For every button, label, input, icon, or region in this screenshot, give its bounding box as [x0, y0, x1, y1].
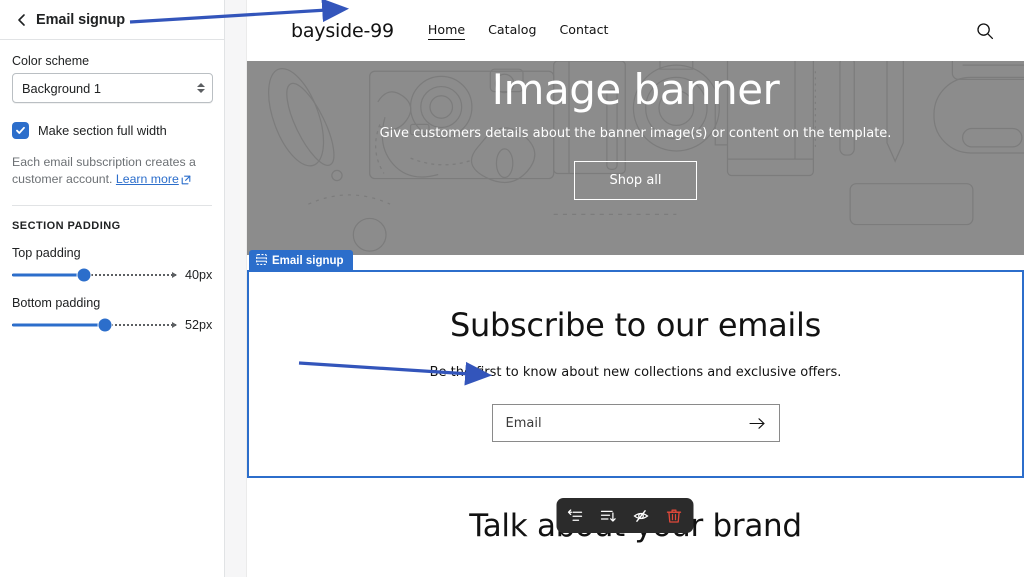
full-width-label: Make section full width — [38, 123, 167, 138]
email-signup-section[interactable]: Email signup Subscribe to our emails Be … — [247, 250, 1024, 478]
bottom-padding-slider[interactable] — [12, 318, 177, 332]
preview-gutter — [225, 0, 247, 577]
top-padding-slider[interactable] — [12, 268, 177, 282]
color-scheme-label: Color scheme — [12, 54, 90, 68]
arrow-right-icon[interactable] — [748, 417, 766, 430]
nav-item-contact[interactable]: Contact — [560, 22, 609, 39]
storefront-nav: Home Catalog Contact — [427, 22, 609, 40]
section-grid-icon — [256, 254, 267, 268]
banner-heading: Image banner — [491, 65, 780, 114]
store-logo[interactable]: bayside-99 — [291, 20, 394, 42]
section-action-toolbar — [556, 498, 693, 533]
page-title: Email signup — [36, 11, 126, 28]
bottom-padding-value: 52px — [185, 317, 213, 332]
color-scheme-value: Background 1 — [22, 80, 101, 96]
full-width-checkbox-row[interactable]: Make section full width — [12, 122, 212, 139]
search-icon[interactable] — [972, 18, 998, 44]
subscribe-description: Be the first to know about new collectio… — [429, 365, 842, 380]
section-label-text: Email signup — [272, 255, 344, 267]
email-input-wrap[interactable]: Email — [491, 404, 780, 442]
section-label-tab[interactable]: Email signup — [249, 250, 353, 272]
move-down-icon[interactable] — [598, 506, 618, 526]
email-input[interactable]: Email — [506, 416, 542, 431]
external-link-icon — [181, 173, 191, 190]
learn-more-link[interactable]: Learn more — [116, 172, 179, 186]
subscription-helper-text: Each email subscription creates a custom… — [12, 154, 208, 191]
shop-all-button[interactable]: Shop all — [574, 161, 697, 200]
section-settings-sidebar: Email signup Color scheme Background 1 M… — [0, 0, 225, 577]
checkbox-checked-icon[interactable] — [12, 122, 29, 139]
banner-subheading: Give customers details about the banner … — [379, 126, 892, 141]
bottom-padding-slider-thumb[interactable] — [98, 318, 112, 332]
sidebar-header: Email signup — [0, 0, 224, 40]
delete-section-icon[interactable] — [664, 506, 684, 526]
bottom-padding-group: Bottom padding 52px — [12, 296, 212, 332]
color-scheme-select-wrap: Background 1 — [12, 73, 213, 103]
hide-section-icon[interactable] — [631, 506, 651, 526]
chevron-left-icon[interactable] — [12, 10, 32, 30]
move-up-icon[interactable] — [565, 506, 585, 526]
section-padding-heading: SECTION PADDING — [12, 219, 121, 232]
image-banner-section[interactable]: Image banner Give customers details abou… — [247, 61, 1024, 255]
storefront-header: bayside-99 Home Catalog Contact — [247, 0, 1024, 61]
top-padding-label: Top padding — [12, 245, 81, 260]
color-scheme-select[interactable]: Background 1 — [12, 73, 213, 103]
nav-item-home[interactable]: Home — [427, 22, 466, 40]
sidebar-body: Color scheme Background 1 Make section f… — [0, 40, 224, 332]
sidebar-divider — [12, 204, 212, 206]
app-root: Email signup Color scheme Background 1 M… — [0, 0, 1024, 577]
theme-preview-area: bayside-99 Home Catalog Contact Image ba… — [225, 0, 1024, 577]
bottom-padding-label: Bottom padding — [12, 295, 101, 310]
nav-item-catalog[interactable]: Catalog — [488, 22, 536, 39]
top-padding-slider-thumb[interactable] — [77, 268, 91, 282]
top-padding-value: 40px — [185, 267, 213, 282]
storefront-preview: bayside-99 Home Catalog Contact Image ba… — [247, 0, 1024, 577]
top-padding-group: Top padding 40px — [12, 246, 212, 282]
subscribe-heading: Subscribe to our emails — [450, 306, 821, 344]
